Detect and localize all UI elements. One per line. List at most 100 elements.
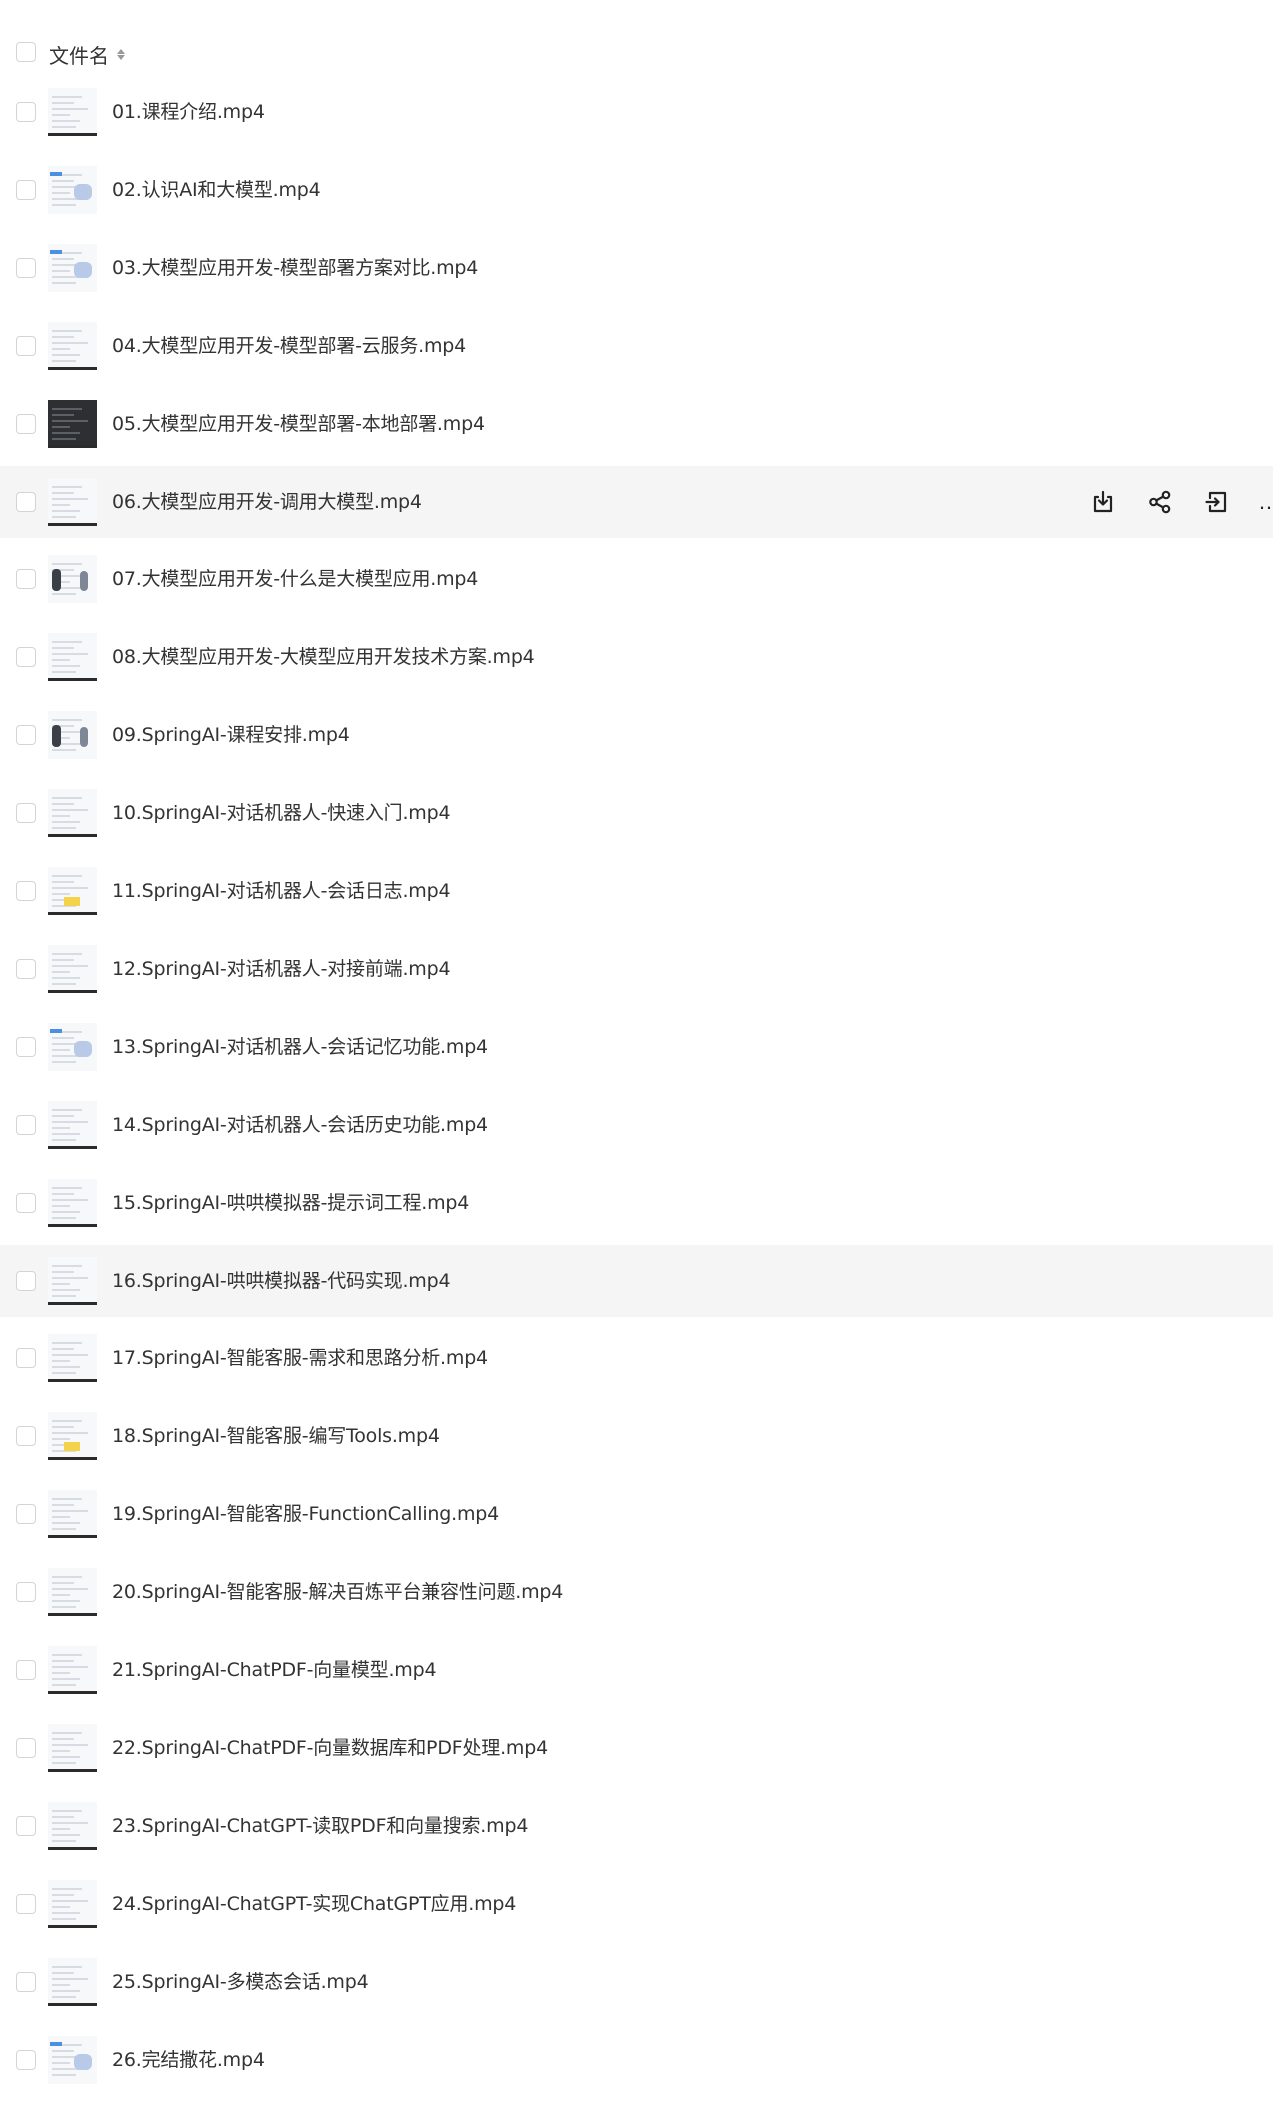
video-thumbnail [48,633,97,682]
video-thumbnail [48,1178,97,1227]
row-checkbox[interactable] [16,1348,36,1369]
file-row[interactable]: 14.SpringAI-对话机器人-会话历史功能.mp4 [0,1089,1273,1161]
move-to-icon[interactable] [1202,487,1232,517]
file-row[interactable]: 07.大模型应用开发-什么是大模型应用.mp4 [0,543,1273,615]
video-thumbnail [48,1490,97,1539]
file-name[interactable]: 08.大模型应用开发-大模型应用开发技术方案.mp4 [112,621,535,693]
row-checkbox[interactable] [16,257,36,278]
row-checkbox[interactable] [16,1660,36,1680]
row-checkbox[interactable] [16,1426,36,1447]
video-thumbnail [48,944,97,993]
more-icon[interactable]: … [1259,487,1273,517]
row-checkbox[interactable] [16,1582,36,1603]
video-thumbnail [48,1568,97,1617]
file-name[interactable]: 25.SpringAI-多模态会话.mp4 [112,1946,369,2018]
video-thumbnail [48,1334,97,1383]
row-checkbox[interactable] [16,1971,36,1992]
file-name[interactable]: 09.SpringAI-课程安排.mp4 [112,699,350,771]
file-row[interactable]: 02.认识AI和大模型.mp4 [0,154,1273,226]
row-checkbox[interactable] [16,1893,36,1914]
file-name[interactable]: 22.SpringAI-ChatPDF-向量数据库和PDF处理.mp4 [112,1712,548,1784]
file-name[interactable]: 10.SpringAI-对话机器人-快速入门.mp4 [112,777,451,849]
row-checkbox[interactable] [16,1036,36,1057]
file-row[interactable]: 26.完结撒花.mp4 [0,2024,1273,2096]
file-row[interactable]: 05.大模型应用开发-模型部署-本地部署.mp4 [0,388,1273,460]
file-name[interactable]: 15.SpringAI-哄哄模拟器-提示词工程.mp4 [112,1167,469,1239]
file-row[interactable]: 15.SpringAI-哄哄模拟器-提示词工程.mp4 [0,1167,1273,1239]
row-checkbox[interactable] [16,491,36,512]
row-checkbox[interactable] [16,179,36,200]
row-checkbox[interactable] [16,2049,36,2070]
file-row[interactable]: 24.SpringAI-ChatGPT-实现ChatGPT应用.mp4 [0,1868,1273,1940]
file-row[interactable]: 16.SpringAI-哄哄模拟器-代码实现.mp4 [0,1244,1273,1317]
file-row[interactable]: 12.SpringAI-对话机器人-对接前端.mp4 [0,933,1273,1005]
file-name[interactable]: 26.完结撒花.mp4 [112,2024,265,2096]
row-checkbox[interactable] [16,569,36,590]
row-checkbox[interactable] [16,1114,36,1135]
sort-by-filename[interactable]: 文件名 [49,40,125,69]
file-name[interactable]: 19.SpringAI-智能客服-FunctionCalling.mp4 [112,1478,499,1550]
file-row[interactable]: 19.SpringAI-智能客服-FunctionCalling.mp4 [0,1478,1273,1550]
file-row[interactable]: 18.SpringAI-智能客服-编写Tools.mp4 [0,1400,1273,1472]
file-row[interactable]: 17.SpringAI-智能客服-需求和思路分析.mp4 [0,1322,1273,1394]
download-icon[interactable] [1088,487,1118,517]
file-name[interactable]: 12.SpringAI-对话机器人-对接前端.mp4 [112,933,451,1005]
file-row[interactable]: 13.SpringAI-对话机器人-会话记忆功能.mp4 [0,1011,1273,1083]
file-name[interactable]: 16.SpringAI-哄哄模拟器-代码实现.mp4 [112,1245,451,1317]
file-row[interactable]: 23.SpringAI-ChatGPT-读取PDF和向量搜索.mp4 [0,1790,1273,1862]
file-row[interactable]: 10.SpringAI-对话机器人-快速入门.mp4 [0,777,1273,849]
file-name[interactable]: 14.SpringAI-对话机器人-会话历史功能.mp4 [112,1089,488,1161]
video-thumbnail [48,711,97,760]
video-thumbnail [48,867,97,915]
video-thumbnail [48,2035,97,2084]
file-name[interactable]: 07.大模型应用开发-什么是大模型应用.mp4 [112,543,478,615]
file-row[interactable]: 08.大模型应用开发-大模型应用开发技术方案.mp4 [0,621,1273,693]
file-name[interactable]: 02.认识AI和大模型.mp4 [112,154,321,226]
file-name[interactable]: 20.SpringAI-智能客服-解决百炼平台兼容性问题.mp4 [112,1556,563,1628]
file-row[interactable]: 03.大模型应用开发-模型部署方案对比.mp4 [0,232,1273,304]
row-checkbox[interactable] [16,1192,36,1213]
file-row[interactable]: 22.SpringAI-ChatPDF-向量数据库和PDF处理.mp4 [0,1712,1273,1784]
row-checkbox[interactable] [16,958,36,979]
row-checkbox[interactable] [16,803,36,824]
row-actions: … [1088,466,1273,538]
file-name[interactable]: 05.大模型应用开发-模型部署-本地部署.mp4 [112,388,485,460]
file-name[interactable]: 18.SpringAI-智能客服-编写Tools.mp4 [112,1400,440,1472]
row-checkbox[interactable] [16,413,36,434]
file-row[interactable]: 20.SpringAI-智能客服-解决百炼平台兼容性问题.mp4 [0,1556,1273,1628]
row-checkbox[interactable] [16,1737,36,1758]
file-name[interactable]: 23.SpringAI-ChatGPT-读取PDF和向量搜索.mp4 [112,1790,528,1862]
file-name[interactable]: 03.大模型应用开发-模型部署方案对比.mp4 [112,232,478,304]
row-checkbox[interactable] [16,725,36,746]
file-row[interactable]: 11.SpringAI-对话机器人-会话日志.mp4 [0,855,1273,927]
video-thumbnail [48,1723,97,1772]
file-row[interactable]: 04.大模型应用开发-模型部署-云服务.mp4 [0,310,1273,382]
row-checkbox[interactable] [16,1504,36,1525]
file-name[interactable]: 06.大模型应用开发-调用大模型.mp4 [112,466,422,538]
file-row[interactable]: 09.SpringAI-课程安排.mp4 [0,699,1273,771]
file-name[interactable]: 13.SpringAI-对话机器人-会话记忆功能.mp4 [112,1011,488,1083]
file-name[interactable]: 17.SpringAI-智能客服-需求和思路分析.mp4 [112,1322,488,1394]
select-all-checkbox[interactable] [16,42,36,62]
file-row[interactable]: 25.SpringAI-多模态会话.mp4 [0,1946,1273,2018]
file-name[interactable]: 21.SpringAI-ChatPDF-向量模型.mp4 [112,1634,437,1706]
row-checkbox[interactable] [16,1270,36,1291]
share-icon[interactable] [1145,487,1175,517]
video-thumbnail [48,243,97,292]
file-row[interactable]: 21.SpringAI-ChatPDF-向量模型.mp4 [0,1634,1273,1706]
video-thumbnail [48,399,97,448]
video-thumbnail [48,321,97,370]
video-thumbnail [48,1879,97,1928]
file-row[interactable]: 06.大模型应用开发-调用大模型.mp4 … [0,465,1273,538]
row-checkbox[interactable] [16,102,36,122]
row-checkbox[interactable] [16,335,36,356]
video-thumbnail [48,789,97,838]
file-name[interactable]: 01.课程介绍.mp4 [112,76,265,148]
row-checkbox[interactable] [16,881,36,901]
file-row[interactable]: 01.课程介绍.mp4 [0,76,1273,148]
row-checkbox[interactable] [16,647,36,668]
file-name[interactable]: 04.大模型应用开发-模型部署-云服务.mp4 [112,310,466,382]
file-name[interactable]: 11.SpringAI-对话机器人-会话日志.mp4 [112,855,451,927]
file-name[interactable]: 24.SpringAI-ChatGPT-实现ChatGPT应用.mp4 [112,1868,516,1940]
row-checkbox[interactable] [16,1815,36,1836]
